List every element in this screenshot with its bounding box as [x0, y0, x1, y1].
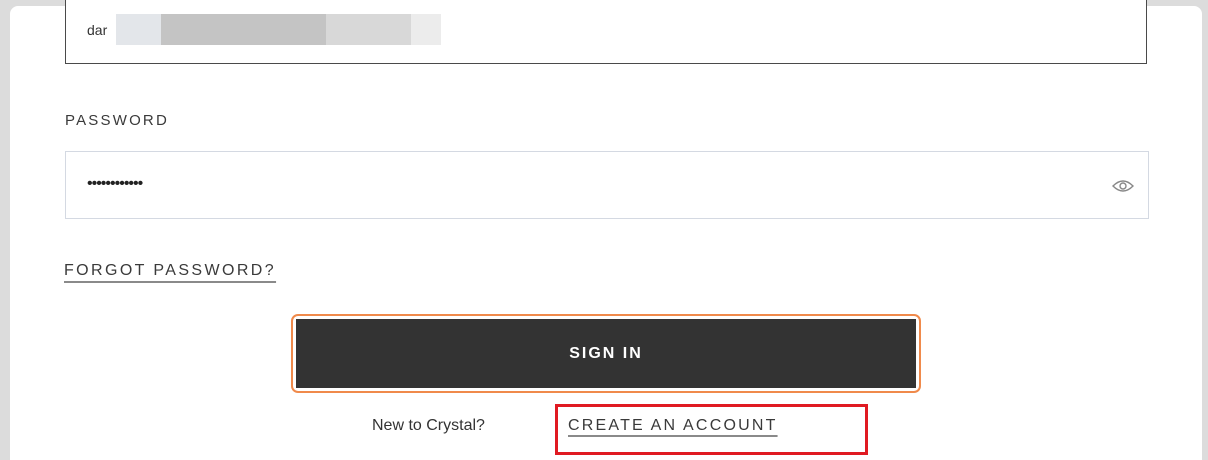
redacted-text-block: [326, 14, 411, 45]
login-panel: dar PASSWORD •••••••••••• FORGOT PASSWOR…: [10, 0, 1202, 460]
eye-icon[interactable]: [1112, 178, 1134, 194]
password-value: ••••••••••••: [87, 175, 143, 192]
signup-prompt: New to Crystal?: [372, 417, 485, 434]
email-field[interactable]: dar: [65, 0, 1147, 64]
sign-in-focus-outline: SIGN IN: [291, 314, 921, 393]
redacted-text-block: [161, 14, 326, 45]
redacted-text-block: [116, 14, 161, 45]
sign-in-button[interactable]: SIGN IN: [296, 319, 916, 388]
redacted-text-block: [411, 14, 441, 45]
create-account-highlight: CREATE AN ACCOUNT: [555, 404, 868, 455]
email-value: dar: [87, 22, 108, 38]
password-label: PASSWORD: [65, 112, 169, 129]
forgot-password-link[interactable]: FORGOT PASSWORD?: [64, 262, 276, 280]
create-account-link[interactable]: CREATE AN ACCOUNT: [568, 417, 778, 435]
password-field[interactable]: ••••••••••••: [65, 151, 1149, 219]
